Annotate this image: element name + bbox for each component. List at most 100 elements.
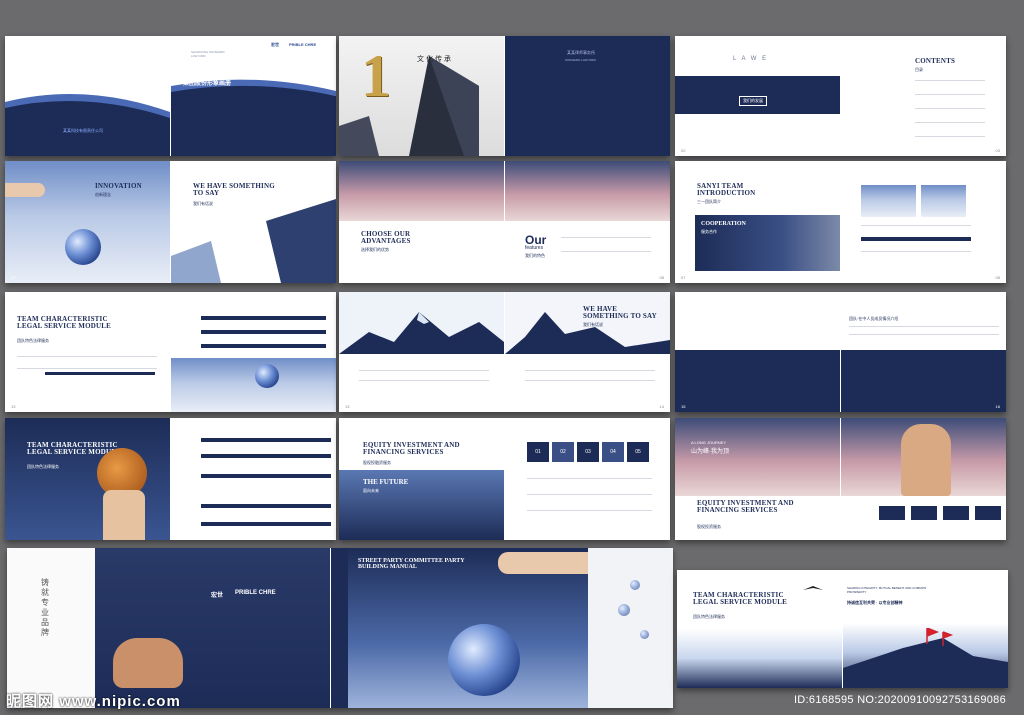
cooperation-cn: 服务合作 <box>701 229 717 234</box>
contents-cn: 目录 <box>915 67 923 72</box>
skyscraper-graphic <box>171 199 336 283</box>
trophy-left-page: 1 文化传承 <box>339 36 504 156</box>
page-number-right: 03 <box>995 148 1000 153</box>
features-rule-2 <box>561 251 651 252</box>
lawe-title: L A W E <box>733 56 769 62</box>
mountain-flag-graphic <box>843 628 1008 688</box>
vertical-slogan: 铸就专业品牌 <box>41 578 49 637</box>
innovation-left-page: INNOVATION 创新理念 07 <box>5 161 170 283</box>
mountains-left-page: 13 <box>339 292 504 412</box>
spread-basketball: TEAM CHARACTERISTIC LEGAL SERVICE MODULE… <box>5 418 336 540</box>
equity-rule-1 <box>527 478 652 479</box>
cover-title: 集团股份形象画册 <box>183 81 232 87</box>
right-cn-title: 某某律师事务所 <box>567 50 595 55</box>
spread-members: 15 团队·在中人员成员情况介绍 16 <box>675 292 1006 412</box>
advantages-right-page: Our features 我们的特色 08 <box>505 161 670 283</box>
team-char-left-page: TEAM CHARACTERISTIC LEGAL SERVICE MODULE… <box>5 292 170 412</box>
feature-box-1 <box>879 506 905 520</box>
team-rule-2 <box>17 368 157 369</box>
hand-puzzle-image <box>498 552 588 574</box>
members-rule-1 <box>849 326 999 327</box>
page-number-right: 14 <box>659 404 664 409</box>
contents-navy-band <box>675 76 840 114</box>
trophy-right-page: 某某律师事务所 SUNWARD LAW FIRM <box>505 36 670 156</box>
team-char-cn-2: 团队特色法律服务 <box>27 464 59 469</box>
page-number-left: 15 <box>681 404 686 409</box>
spread-team-intro: SANYI TEAM INTRODUCTION 三一团队简介 COOPERATI… <box>675 161 1006 283</box>
spread-team-characteristic: TEAM CHARACTERISTIC LEGAL SERVICE MODULE… <box>5 292 336 412</box>
brand-logo-right-2: PRIBLE CHRE <box>235 590 276 596</box>
team-intro-right-page: 08 <box>841 161 1006 283</box>
spread-innovation: INNOVATION 创新理念 07 WE HAVE SOMETHING TO … <box>5 161 336 283</box>
contents-rule-2 <box>915 94 985 95</box>
team-char-title-3: TEAM CHARACTERISTIC LEGAL SERVICE MODULE <box>693 591 787 606</box>
brand-logo-left: 宏世 <box>271 42 279 47</box>
dusk-panorama-left <box>339 161 504 221</box>
mountain-graphic-left <box>339 292 504 354</box>
we-have-title-2: WE HAVE SOMETHING TO SAY <box>583 305 657 320</box>
en-slogan: SHARING INTEGRITY, MUTUAL BENEFIT AND CO… <box>847 586 927 594</box>
feature-box-2 <box>911 506 937 520</box>
basketball-right-page <box>171 418 336 540</box>
journey-cn: 山为峰·我为顶 <box>691 449 729 455</box>
text-rule-1 <box>861 225 971 226</box>
puzzle-globe-large <box>448 624 520 696</box>
spread-equity: EQUITY INVESTMENT AND FINANCING SERVICES… <box>339 418 670 540</box>
flap-bubble-2 <box>618 604 630 616</box>
step-box-01: 01 <box>527 442 549 462</box>
image-id-watermark: ID:6168595 NO:20200910092753169086 <box>793 694 1006 706</box>
choose-title: CHOOSE OUR ADVANTAGES <box>361 230 411 245</box>
equity-rule-3 <box>527 510 652 511</box>
innovation-right-page: WE HAVE SOMETHING TO SAY 我们有话说 <box>171 161 336 283</box>
brand-logo-left-2: 宏世 <box>211 593 224 599</box>
spread-mountains: 13 WE HAVE SOMETHING TO SAY 我们有话说 14 <box>339 292 670 412</box>
dusk-panorama-right <box>505 161 670 221</box>
party-flap-right <box>588 548 673 708</box>
photo-left <box>861 185 916 217</box>
party-spine <box>330 548 350 708</box>
page-number-left: 02 <box>681 148 686 153</box>
contents-title: CONTENTS <box>915 57 956 65</box>
text-rule-right-2 <box>525 380 655 381</box>
features-cn: 我们的特色 <box>525 253 545 258</box>
bk-bar-3 <box>201 474 331 478</box>
page-number-left: 07 <box>681 275 686 280</box>
text-rule-left-2 <box>359 380 489 381</box>
future-title: THE FUTURE <box>363 478 409 486</box>
flap-bubble-1 <box>630 580 640 590</box>
step-box-03: 03 <box>577 442 599 462</box>
service-bar-3 <box>201 344 326 348</box>
party-right-page: STREET PARTY COMMITTEE PARTY BUILDING MA… <box>348 548 588 708</box>
members-navy-band-right <box>841 350 1006 412</box>
brand-logo-right: PRIBLE CHRE <box>289 42 317 47</box>
equity-cn: 股权投融资服务 <box>363 460 391 465</box>
spread-slogan: TEAM CHARACTERISTIC LEGAL SERVICE MODULE… <box>677 570 1008 688</box>
trophy-number: 1 <box>361 43 391 109</box>
slogan-left-page: TEAM CHARACTERISTIC LEGAL SERVICE MODULE… <box>677 570 842 688</box>
seal-text: 文化传承 <box>417 56 453 63</box>
equity-right-page: 01 02 03 04 05 <box>505 418 670 540</box>
spread-advantages: CHOOSE OUR ADVANTAGES 选择我们的优势 Our featur… <box>339 161 670 283</box>
page-number-right: 08 <box>995 275 1000 280</box>
contents-rule-5 <box>915 136 985 137</box>
members-right-page: 团队·在中人员成员情况介绍 16 <box>841 292 1006 412</box>
nipic-watermark: 昵图网 www.nipic.com <box>6 693 181 710</box>
mountains-right-page: WE HAVE SOMETHING TO SAY 我们有话说 14 <box>505 292 670 412</box>
members-navy-band-left <box>675 350 840 412</box>
step-box-02: 02 <box>552 442 574 462</box>
team-char-cn-3: 团队特色法律服务 <box>693 614 725 619</box>
equity-title-2: EQUITY INVESTMENT AND FINANCING SERVICES <box>697 499 794 514</box>
features-rule-1 <box>561 237 651 238</box>
hands-image <box>103 490 145 540</box>
party-left-page: 宏世 PRIBLE CHRE <box>95 548 330 708</box>
team-rule-1 <box>17 356 157 357</box>
we-have-cn-2: 我们有话说 <box>583 322 603 327</box>
feature-box-4 <box>975 506 1001 520</box>
innovation-title: INNOVATION <box>95 182 142 190</box>
cooperation-title: COOPERATION <box>701 221 746 227</box>
hand-globe-image <box>171 358 336 412</box>
journey-title: A LONG JOURNEY <box>691 440 727 445</box>
service-bar-2 <box>201 330 326 334</box>
spread-journey: A LONG JOURNEY 山为峰·我为顶 EQUITY INVESTMENT… <box>675 418 1006 540</box>
sanyi-cn: 三一团队简介 <box>697 199 721 204</box>
